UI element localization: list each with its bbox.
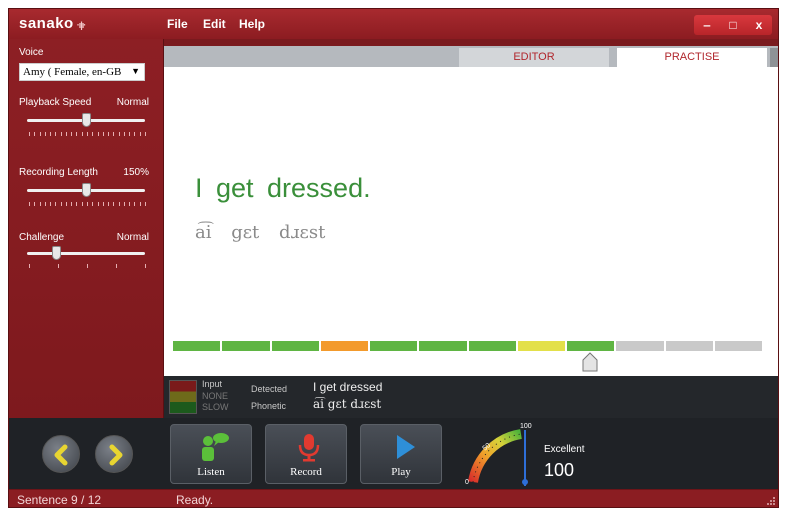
recording-length-ticks [29, 202, 146, 207]
score-segment [714, 341, 762, 351]
record-button[interactable]: Record [265, 424, 347, 484]
listen-button[interactable]: Listen [170, 424, 252, 484]
resize-grip-icon[interactable] [766, 496, 776, 506]
play-icon [397, 435, 415, 459]
word-score-bar [173, 341, 762, 351]
record-label: Record [290, 466, 322, 478]
score-label: Excellent [544, 444, 585, 455]
score-segment [665, 341, 713, 351]
phonetic-label: Phonetic [251, 401, 287, 411]
recording-length-thumb[interactable] [81, 183, 91, 197]
tab-bar: EDITOR PRACTISE [164, 46, 778, 67]
listen-icon [202, 433, 229, 461]
status-text: Ready. [176, 493, 214, 507]
status-bar: Sentence 9 / 12 Ready. [9, 489, 778, 507]
score-segment [567, 341, 615, 351]
gauge-max-label: 100 [520, 423, 532, 430]
controls-bar: Listen Record Play 100 50 0 Excellent 10… [9, 418, 778, 489]
play-button[interactable]: Play [360, 424, 442, 484]
tab-scroll[interactable] [770, 48, 778, 67]
score-segment [173, 341, 221, 351]
microphone-icon [298, 434, 320, 462]
score-gauge: 100 50 0 [465, 423, 532, 486]
score-segment [419, 341, 467, 351]
score-segment [370, 341, 418, 351]
sentence-count: Sentence 9 / 12 [17, 493, 102, 507]
input-level-meter [169, 380, 197, 414]
practise-sentence: I get dressed. [195, 173, 371, 203]
menu-file[interactable]: File [167, 17, 188, 31]
score-segment [517, 341, 565, 351]
recording-length-label: Recording Length [19, 167, 98, 178]
voice-select[interactable]: Amy ( Female, en-GB ▼ [19, 63, 145, 81]
recording-length-value: 150% [123, 167, 149, 178]
minimize-button[interactable]: ‒ [697, 18, 717, 32]
playback-speed-ticks [29, 132, 146, 137]
challenge-label: Challenge [19, 232, 65, 243]
tab-editor[interactable]: EDITOR [459, 48, 609, 67]
playback-speed-label: Playback Speed [19, 97, 92, 108]
voice-value: Amy ( Female, en-GB [23, 66, 122, 78]
score-segment [616, 341, 664, 351]
score-segment [468, 341, 516, 351]
chevron-left-icon [54, 444, 68, 466]
close-button[interactable]: x [749, 18, 769, 32]
play-label: Play [391, 466, 411, 478]
score-segment [271, 341, 319, 351]
title-bar: sanako ·ı|ı· File Edit Help ‒ □ x [9, 9, 778, 39]
score-value: 100 [544, 460, 575, 480]
challenge-thumb[interactable] [52, 246, 61, 260]
position-marker[interactable] [582, 352, 598, 372]
phonetic-value: a͡i gɛt dɹɛst [313, 397, 382, 411]
voice-label: Voice [19, 47, 44, 58]
detected-value: I get dressed [313, 380, 383, 394]
next-button[interactable] [95, 435, 133, 473]
gauge-min-label: 0 [465, 479, 469, 486]
logo-wave: ·ı|ı· [76, 20, 86, 30]
previous-button[interactable] [42, 435, 80, 473]
challenge-value: Normal [116, 232, 149, 243]
practise-view: I get dressed. a͡i gɛt dɹɛst [164, 67, 778, 376]
score-segment [320, 341, 368, 351]
challenge-slider[interactable] [27, 252, 145, 255]
playback-speed-thumb[interactable] [81, 113, 91, 127]
sanako-logo: sanako ·ı|ı· [19, 15, 86, 32]
window-controls: ‒ □ x [694, 15, 772, 35]
tab-practise[interactable]: PRACTISE [617, 48, 767, 67]
listen-label: Listen [197, 466, 225, 478]
chevron-down-icon: ▼ [131, 66, 140, 76]
input-label: Input [202, 379, 223, 389]
challenge-ticks [29, 264, 146, 269]
maximize-button[interactable]: □ [723, 18, 743, 32]
input-slow: SLOW [202, 402, 229, 412]
app-window: sanako ·ı|ı· File Edit Help ‒ □ x Voice A… [8, 8, 779, 508]
menu-help[interactable]: Help [239, 17, 265, 31]
score-segment [222, 341, 270, 351]
detection-strip: Input NONE SLOW Detected I get dressed P… [164, 376, 778, 418]
logo-text: sanako [19, 15, 74, 32]
practise-phonetic: a͡i gɛt dɹɛst [195, 222, 326, 243]
menu-edit[interactable]: Edit [203, 17, 226, 31]
chevron-right-icon [109, 444, 123, 466]
detected-label: Detected [251, 384, 288, 394]
input-none: NONE [202, 391, 229, 401]
playback-speed-value: Normal [116, 97, 149, 108]
